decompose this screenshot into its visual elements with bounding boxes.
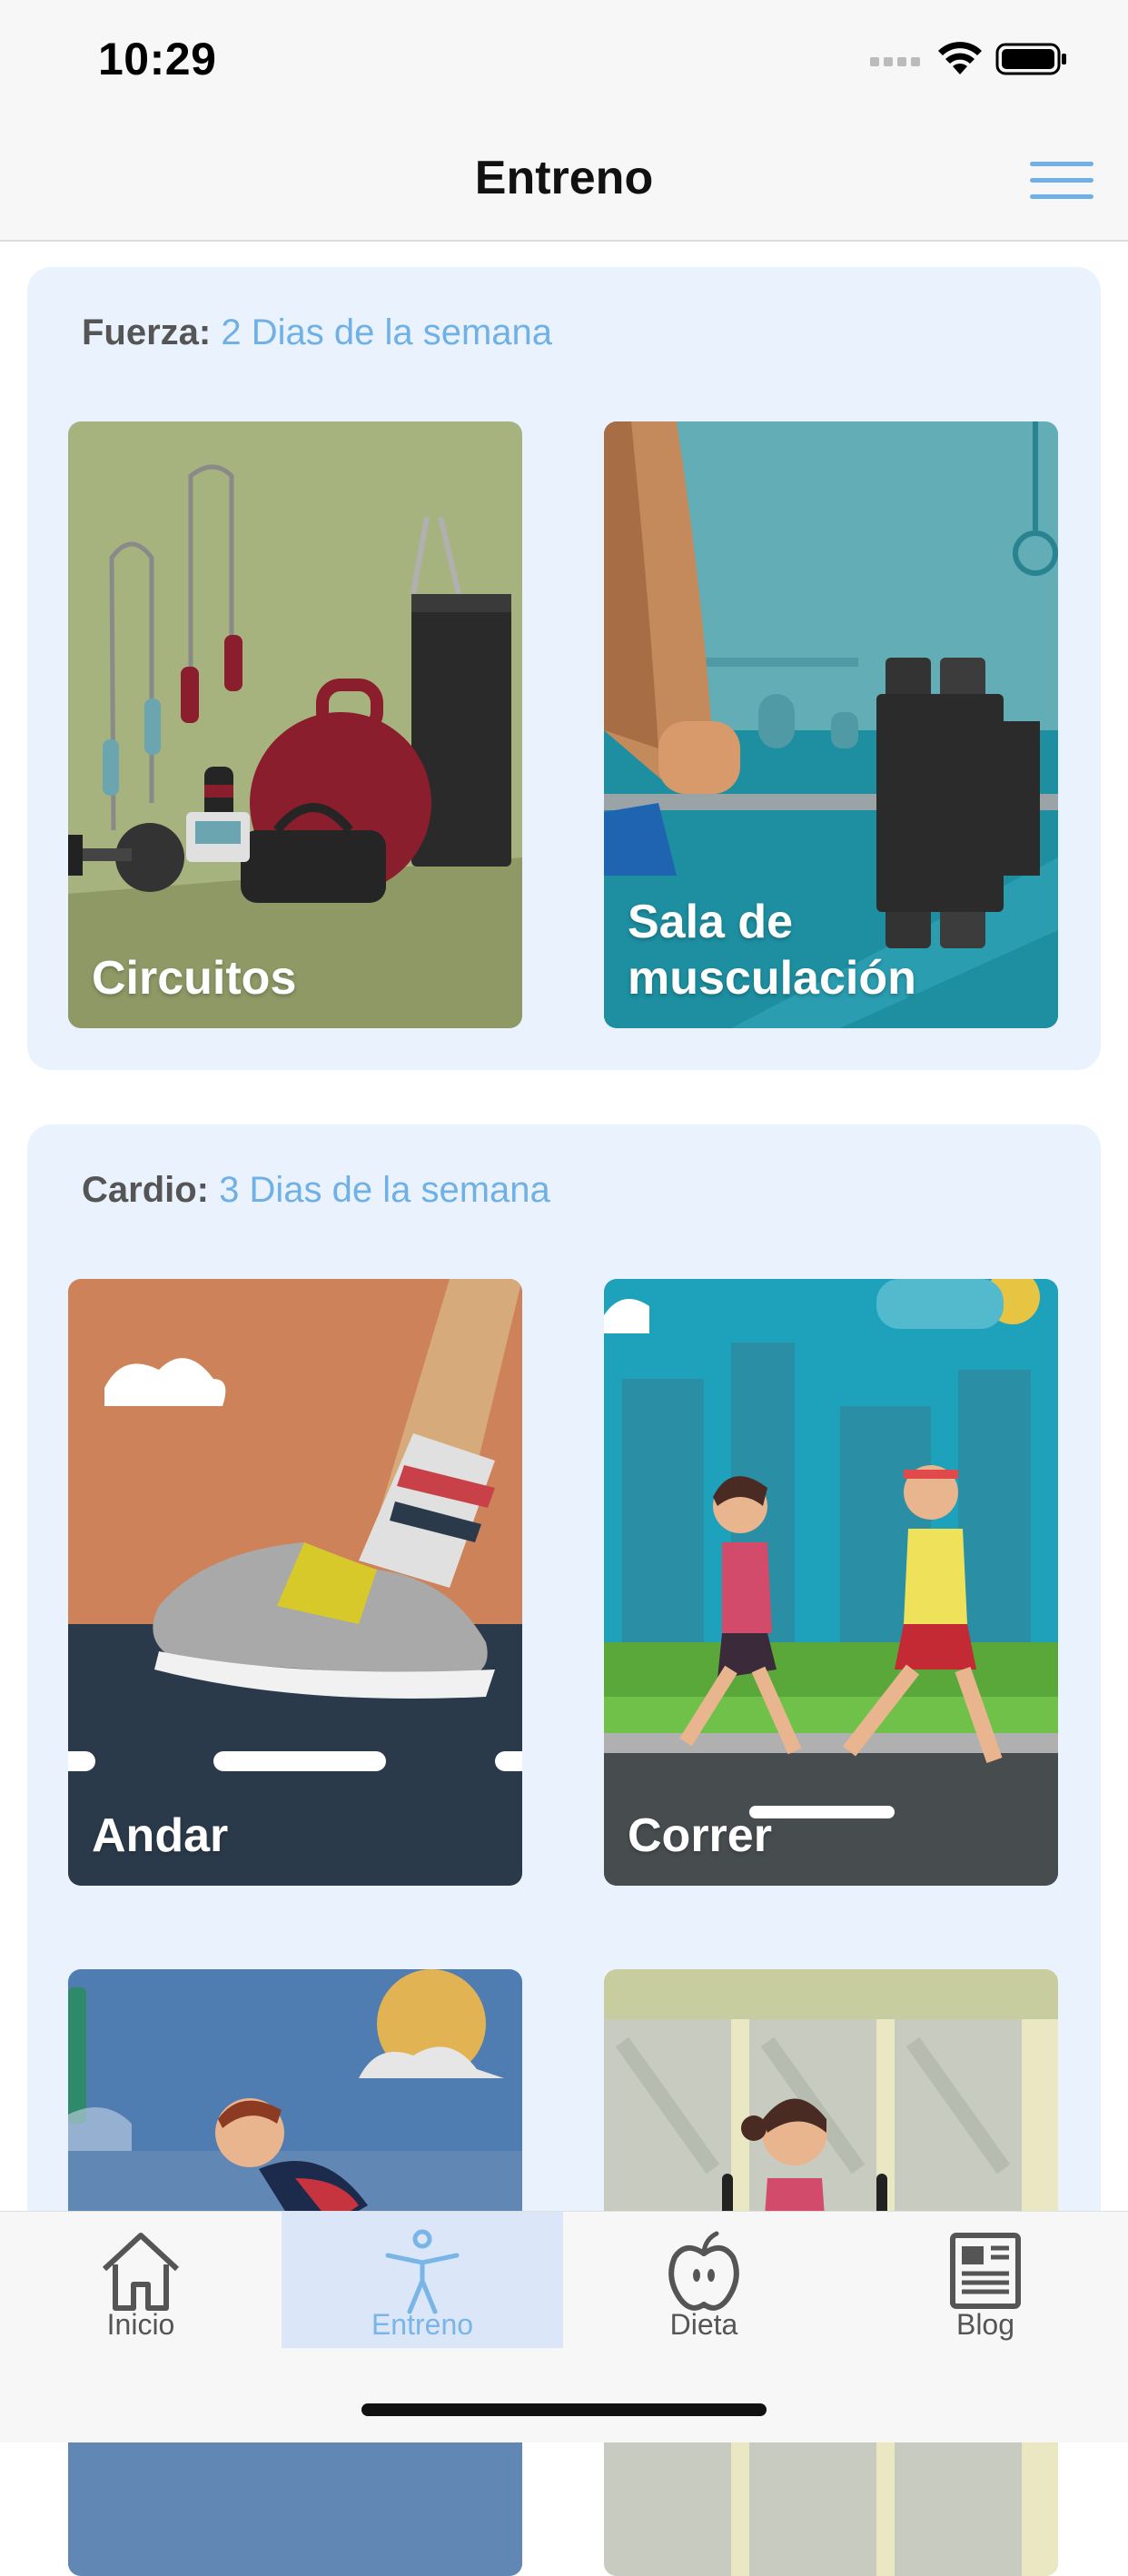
card-circuitos[interactable]: Circuitos — [68, 421, 522, 1028]
card-sala-musculacion[interactable]: Sala de musculación — [604, 421, 1058, 1028]
running-illustration — [604, 1279, 1058, 1886]
status-time: 10:29 — [98, 34, 217, 84]
tab-inicio[interactable]: Inicio — [0, 2212, 282, 2348]
newspaper-icon — [950, 2233, 1021, 2309]
section-label: Cardio: — [82, 1170, 209, 1210]
home-icon — [102, 2233, 180, 2311]
card-label: Andar — [92, 1809, 229, 1862]
tab-label: Inicio — [106, 2308, 175, 2341]
nav-bar: Entreno — [0, 120, 1128, 242]
tab-dieta[interactable]: Dieta — [563, 2212, 845, 2348]
tab-entreno[interactable]: Entreno — [282, 2212, 563, 2348]
card-label: Circuitos — [92, 952, 297, 1005]
tab-label: Blog — [955, 2308, 1015, 2341]
battery-icon — [995, 43, 1066, 75]
section-fuerza: Fuerza: 2 Dias de la semana Circuitos Sa… — [27, 267, 1101, 1070]
card-correr[interactable]: Correr — [604, 1279, 1058, 1886]
menu-button[interactable] — [1030, 158, 1093, 203]
home-indicator[interactable] — [361, 2403, 767, 2416]
page-title: Entreno — [474, 152, 654, 204]
status-bar: 10:29 — [0, 0, 1128, 120]
status-icons — [870, 42, 1068, 76]
tab-label: Entreno — [371, 2308, 474, 2341]
section-title: Cardio: 3 Dias de la semana — [82, 1170, 550, 1211]
card-label: Sala de musculación — [628, 896, 916, 1005]
card-andar[interactable]: Andar — [68, 1279, 522, 1886]
walking-shoe-illustration — [68, 1279, 522, 1886]
section-label: Fuerza: — [82, 312, 212, 352]
gym-equipment-illustration — [68, 421, 522, 1028]
section-title: Fuerza: 2 Dias de la semana — [82, 312, 552, 353]
card-label: Correr — [628, 1809, 772, 1862]
wifi-icon — [938, 42, 982, 74]
person-icon — [385, 2229, 460, 2314]
section-days: 3 Dias de la semana — [219, 1170, 550, 1210]
section-cardio: Cardio: 3 Dias de la semana Andar Correr — [27, 1125, 1101, 2576]
tab-label: Dieta — [669, 2308, 738, 2341]
section-days: 2 Dias de la semana — [221, 312, 553, 352]
signal-icon — [870, 57, 920, 66]
tab-blog[interactable]: Blog — [845, 2212, 1126, 2348]
apple-icon — [668, 2231, 739, 2311]
menu-icon — [1030, 162, 1093, 166]
